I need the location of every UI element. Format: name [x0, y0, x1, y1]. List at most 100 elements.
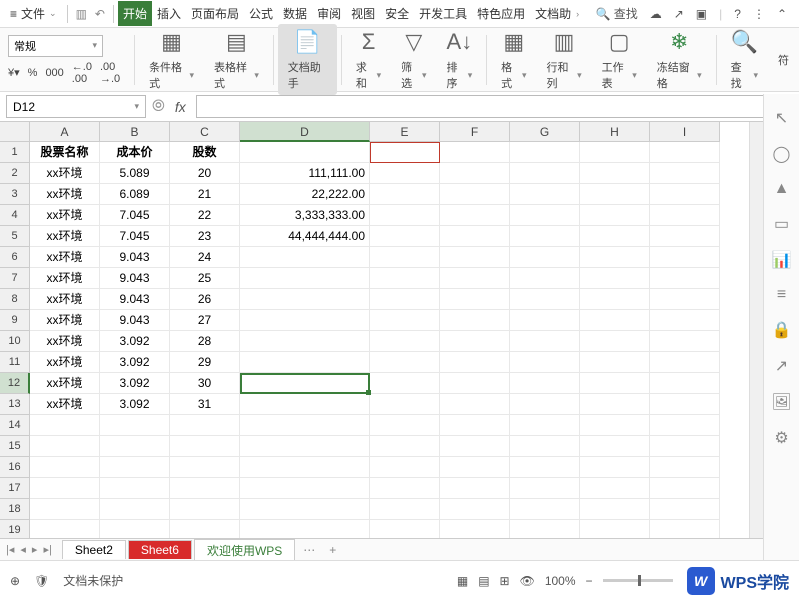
- worksheet-button[interactable]: ▢ 工作表▾: [592, 28, 647, 91]
- cell[interactable]: 5.089: [100, 163, 170, 184]
- cell[interactable]: [580, 205, 650, 226]
- symbol-button[interactable]: 符: [768, 52, 791, 68]
- cell[interactable]: [580, 289, 650, 310]
- cell[interactable]: [30, 436, 100, 457]
- cell[interactable]: [170, 478, 240, 499]
- tab-special-apps[interactable]: 特色应用: [472, 1, 530, 26]
- cell[interactable]: [650, 268, 720, 289]
- zoom-value[interactable]: 100%: [545, 574, 576, 588]
- cell[interactable]: [240, 289, 370, 310]
- sheet-tab-sheet6[interactable]: Sheet6: [128, 540, 192, 559]
- cell[interactable]: 9.043: [100, 247, 170, 268]
- search-button[interactable]: 🔍 查找: [596, 5, 638, 22]
- cell[interactable]: [240, 247, 370, 268]
- cell[interactable]: [440, 226, 510, 247]
- cell[interactable]: [240, 310, 370, 331]
- cell[interactable]: [100, 457, 170, 478]
- row-header[interactable]: 15: [0, 436, 30, 457]
- cell[interactable]: [510, 184, 580, 205]
- cell[interactable]: [100, 478, 170, 499]
- cell[interactable]: [240, 478, 370, 499]
- cell[interactable]: [370, 436, 440, 457]
- cell[interactable]: [650, 352, 720, 373]
- cell[interactable]: [240, 415, 370, 436]
- chart-icon[interactable]: 📊: [772, 250, 792, 270]
- row-header[interactable]: 13: [0, 394, 30, 415]
- col-header-I[interactable]: I: [650, 122, 720, 142]
- tab-view[interactable]: 视图: [346, 1, 380, 26]
- cell[interactable]: xx环境: [30, 184, 100, 205]
- cell[interactable]: [170, 436, 240, 457]
- cell[interactable]: [580, 268, 650, 289]
- fx-button[interactable]: fx: [171, 99, 190, 115]
- cell[interactable]: [440, 478, 510, 499]
- cell[interactable]: 3,333,333.00: [240, 205, 370, 226]
- zoom-thumb[interactable]: [638, 575, 641, 586]
- cell[interactable]: [370, 373, 440, 394]
- col-header-E[interactable]: E: [370, 122, 440, 142]
- cell[interactable]: [510, 478, 580, 499]
- sheet-more-button[interactable]: ⋯: [297, 543, 321, 557]
- cell[interactable]: [30, 415, 100, 436]
- find-button[interactable]: 🔍 查找▾: [721, 28, 768, 91]
- cell[interactable]: 9.043: [100, 268, 170, 289]
- sum-button[interactable]: Σ 求和▾: [346, 28, 391, 91]
- cell[interactable]: [510, 205, 580, 226]
- tab-security[interactable]: 安全: [380, 1, 414, 26]
- sheet-tab-sheet2[interactable]: Sheet2: [62, 540, 126, 559]
- cell[interactable]: xx环境: [30, 373, 100, 394]
- cell[interactable]: 3.092: [100, 352, 170, 373]
- last-sheet-button[interactable]: ▸|: [43, 543, 51, 556]
- cell[interactable]: xx环境: [30, 352, 100, 373]
- cell[interactable]: [370, 457, 440, 478]
- cell[interactable]: 30: [170, 373, 240, 394]
- col-header-F[interactable]: F: [440, 122, 510, 142]
- tab-dev-tools[interactable]: 开发工具: [414, 1, 472, 26]
- row-header[interactable]: 3: [0, 184, 30, 205]
- cell[interactable]: [510, 226, 580, 247]
- name-box[interactable]: D12 ▾: [6, 95, 146, 118]
- formula-input[interactable]: [196, 95, 793, 118]
- cell[interactable]: [650, 205, 720, 226]
- first-sheet-button[interactable]: |◂: [6, 543, 14, 556]
- cancel-icon[interactable]: ⦾: [152, 98, 165, 116]
- cell[interactable]: 7.045: [100, 205, 170, 226]
- cell[interactable]: 28: [170, 331, 240, 352]
- tab-data[interactable]: 数据: [278, 1, 312, 26]
- cell[interactable]: [580, 394, 650, 415]
- cell[interactable]: [370, 310, 440, 331]
- cell[interactable]: [580, 457, 650, 478]
- cell[interactable]: 6.089: [100, 184, 170, 205]
- cell[interactable]: [370, 331, 440, 352]
- col-header-H[interactable]: H: [580, 122, 650, 142]
- cell[interactable]: 21: [170, 184, 240, 205]
- cell[interactable]: 31: [170, 394, 240, 415]
- help-icon[interactable]: ?: [734, 7, 741, 21]
- file-menu[interactable]: ≡ 文件 ⌄: [4, 5, 63, 22]
- view-page-button[interactable]: ▤: [478, 574, 489, 588]
- cell[interactable]: [650, 457, 720, 478]
- cell[interactable]: [510, 310, 580, 331]
- cell[interactable]: [100, 436, 170, 457]
- header-cell[interactable]: [440, 142, 510, 163]
- cell[interactable]: [510, 457, 580, 478]
- row-header[interactable]: 18: [0, 499, 30, 520]
- header-cell[interactable]: [240, 142, 370, 163]
- cell[interactable]: xx环境: [30, 331, 100, 352]
- row-header[interactable]: 16: [0, 457, 30, 478]
- alignment-icon[interactable]: ▲: [774, 180, 790, 198]
- spreadsheet-grid[interactable]: A B C D E F G H I 1股票名称成本价股数2xx环境5.08920…: [0, 122, 720, 554]
- cell[interactable]: [370, 289, 440, 310]
- wps-logo[interactable]: W WPS学院: [687, 567, 789, 595]
- cell[interactable]: 111,111.00: [240, 163, 370, 184]
- collapse-icon[interactable]: ⌃: [777, 7, 787, 21]
- cell[interactable]: [580, 373, 650, 394]
- cell[interactable]: 29: [170, 352, 240, 373]
- row-header[interactable]: 9: [0, 310, 30, 331]
- tab-review[interactable]: 审阅: [312, 1, 346, 26]
- cell[interactable]: [170, 499, 240, 520]
- cell[interactable]: [510, 436, 580, 457]
- filter-button[interactable]: ▽ 筛选▾: [391, 28, 436, 91]
- increase-decimal-button[interactable]: ←.0.00: [72, 61, 92, 85]
- cell[interactable]: [30, 478, 100, 499]
